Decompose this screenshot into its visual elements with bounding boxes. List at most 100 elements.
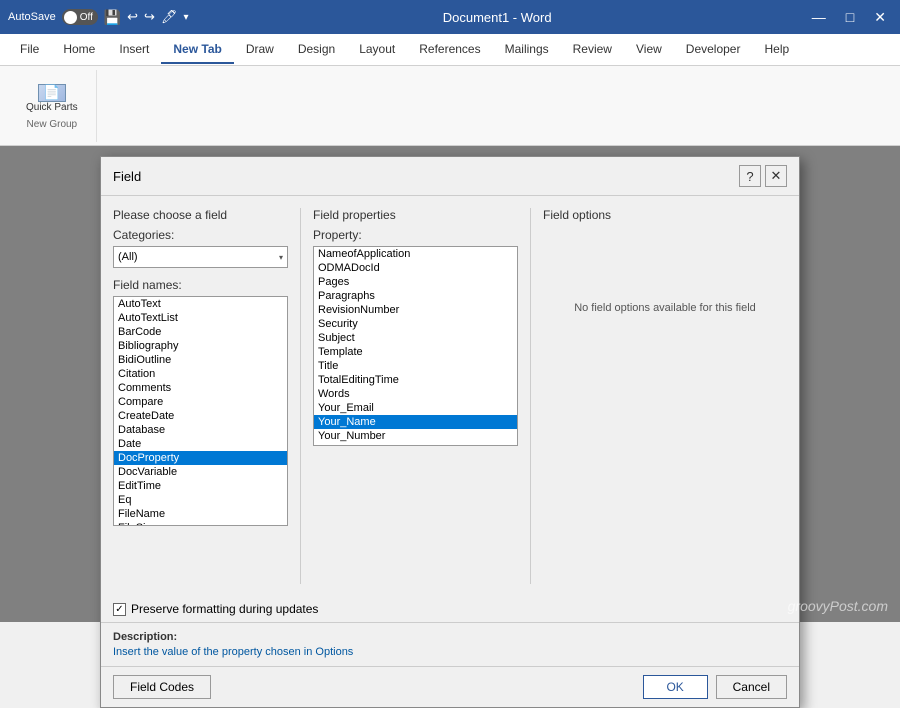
list-item[interactable]: ODMADocId — [314, 261, 517, 275]
tab-newtab[interactable]: New Tab — [161, 36, 233, 64]
ok-button[interactable]: OK — [643, 675, 708, 699]
preserve-formatting-checkbox[interactable]: ✓ — [113, 603, 126, 616]
field-names-list[interactable]: AutoText AutoTextList BarCode Bibliograp… — [113, 296, 288, 526]
list-item[interactable]: TotalEditingTime — [314, 373, 517, 387]
minimize-button[interactable]: — — [806, 7, 832, 27]
dialog-body: Please choose a field Categories: (All) … — [101, 196, 799, 596]
new-group-label: New Group — [27, 119, 78, 130]
list-item[interactable]: NameofApplication — [314, 247, 517, 261]
window-close-button[interactable]: ✕ — [868, 7, 892, 28]
ribbon-content: 📄 Quick Parts New Group — [0, 66, 900, 146]
description-text: Insert the value of the property chosen … — [113, 646, 787, 658]
tab-developer[interactable]: Developer — [674, 36, 753, 64]
property-list[interactable]: NameofApplication ODMADocId Pages Paragr… — [313, 246, 518, 446]
field-dialog: Field ? ✕ Please choose a field Categori… — [100, 156, 800, 708]
title-bar-left: AutoSave Off 💾 ↩ ↪ 🖊 ▾ — [8, 9, 189, 26]
autosave-knob — [64, 11, 77, 24]
tab-draw[interactable]: Draw — [234, 36, 286, 64]
list-item[interactable]: Date — [114, 437, 287, 451]
tab-mailings[interactable]: Mailings — [493, 36, 561, 64]
field-codes-button[interactable]: Field Codes — [113, 675, 211, 699]
tab-help[interactable]: Help — [752, 36, 801, 64]
list-item[interactable]: Bibliography — [114, 339, 287, 353]
list-item[interactable]: Citation — [114, 367, 287, 381]
dialog-title: Field — [113, 169, 141, 184]
save-icon[interactable]: 💾 — [104, 9, 121, 26]
list-item[interactable]: Database — [114, 423, 287, 437]
dialog-title-bar: Field ? ✕ — [101, 157, 799, 196]
categories-label: Categories: — [113, 228, 288, 242]
dropdown-icon[interactable]: ▾ — [183, 12, 188, 23]
list-item[interactable]: Your_Email — [314, 401, 517, 415]
categories-value: (All) — [118, 251, 138, 263]
quick-parts-icon-visual: 📄 — [38, 84, 66, 102]
categories-combobox[interactable]: (All) ▾ — [113, 246, 288, 268]
quick-parts-label: Quick Parts — [26, 102, 78, 113]
list-item[interactable]: Paragraphs — [314, 289, 517, 303]
preserve-formatting-area: ✓ Preserve formatting during updates — [101, 596, 799, 622]
dialog-close-button[interactable]: ✕ — [765, 165, 787, 187]
list-item[interactable]: Compare — [114, 395, 287, 409]
description-area: Description: Insert the value of the pro… — [101, 622, 799, 666]
tab-insert[interactable]: Insert — [107, 36, 161, 64]
tab-references[interactable]: References — [407, 36, 492, 64]
dialog-footer: Field Codes OK Cancel — [101, 666, 799, 707]
list-item[interactable]: Pages — [314, 275, 517, 289]
document-area: Field ? ✕ Please choose a field Categori… — [0, 146, 900, 622]
list-item[interactable]: Eq — [114, 493, 287, 507]
list-item[interactable]: CreateDate — [114, 409, 287, 423]
maximize-button[interactable]: □ — [840, 7, 860, 27]
cancel-button[interactable]: Cancel — [716, 675, 787, 699]
description-label: Description: — [113, 631, 787, 643]
tab-home[interactable]: Home — [51, 36, 107, 64]
list-item[interactable]: Your_Title — [314, 443, 517, 446]
list-item[interactable]: Title — [314, 359, 517, 373]
field-properties-panel: Field properties Property: NameofApplica… — [313, 208, 518, 584]
no-options-text: No field options available for this fiel… — [543, 302, 787, 314]
field-names-label: Field names: — [113, 278, 288, 292]
autosave-label: AutoSave — [8, 11, 56, 23]
list-item-yourname[interactable]: Your_Name — [314, 415, 517, 429]
list-item[interactable]: Subject — [314, 331, 517, 345]
list-item[interactable]: Your_Number — [314, 429, 517, 443]
preserve-formatting-label: Preserve formatting during updates — [131, 602, 318, 616]
left-divider — [300, 208, 301, 584]
list-item[interactable]: EditTime — [114, 479, 287, 493]
tab-review[interactable]: Review — [561, 36, 624, 64]
autosave-toggle[interactable]: Off — [62, 9, 98, 25]
list-item[interactable]: BarCode — [114, 325, 287, 339]
autosave-state: Off — [80, 12, 93, 23]
list-item[interactable]: RevisionNumber — [314, 303, 517, 317]
list-item[interactable]: AutoTextList — [114, 311, 287, 325]
list-item[interactable]: DocVariable — [114, 465, 287, 479]
choose-field-label: Please choose a field — [113, 208, 288, 222]
footer-left: Field Codes — [113, 675, 211, 699]
tab-design[interactable]: Design — [286, 36, 347, 64]
tab-view[interactable]: View — [624, 36, 674, 64]
redo-icon[interactable]: ↪ — [144, 9, 155, 25]
property-label: Property: — [313, 228, 518, 242]
list-item[interactable]: Template — [314, 345, 517, 359]
list-item[interactable]: Words — [314, 387, 517, 401]
list-item[interactable]: BidiOutline — [114, 353, 287, 367]
categories-dropdown-arrow: ▾ — [279, 253, 283, 262]
tab-file[interactable]: File — [8, 36, 51, 64]
tab-layout[interactable]: Layout — [347, 36, 407, 64]
list-item[interactable]: Comments — [114, 381, 287, 395]
dialog-overlay: Field ? ✕ Please choose a field Categori… — [0, 146, 900, 622]
main-area: Field ? ✕ Please choose a field Categori… — [0, 146, 900, 622]
field-options-panel: Field options No field options available… — [543, 208, 787, 584]
list-item[interactable]: AutoText — [114, 297, 287, 311]
undo-icon[interactable]: ↩ — [127, 9, 138, 25]
list-item[interactable]: FileSize — [114, 521, 287, 526]
list-item[interactable]: Security — [314, 317, 517, 331]
list-item-docproperty[interactable]: DocProperty — [114, 451, 287, 465]
quick-parts-button[interactable]: 📄 Quick Parts — [20, 82, 84, 115]
categories-select-row: (All) ▾ — [113, 246, 288, 268]
watermark: groovyPost.com — [788, 598, 888, 614]
field-properties-label: Field properties — [313, 208, 518, 222]
list-item[interactable]: FileName — [114, 507, 287, 521]
dialog-help-button[interactable]: ? — [739, 165, 761, 187]
ribbon-tabs: File Home Insert New Tab Draw Design Lay… — [0, 34, 900, 66]
customize-icon[interactable]: 🖊 — [161, 9, 178, 25]
